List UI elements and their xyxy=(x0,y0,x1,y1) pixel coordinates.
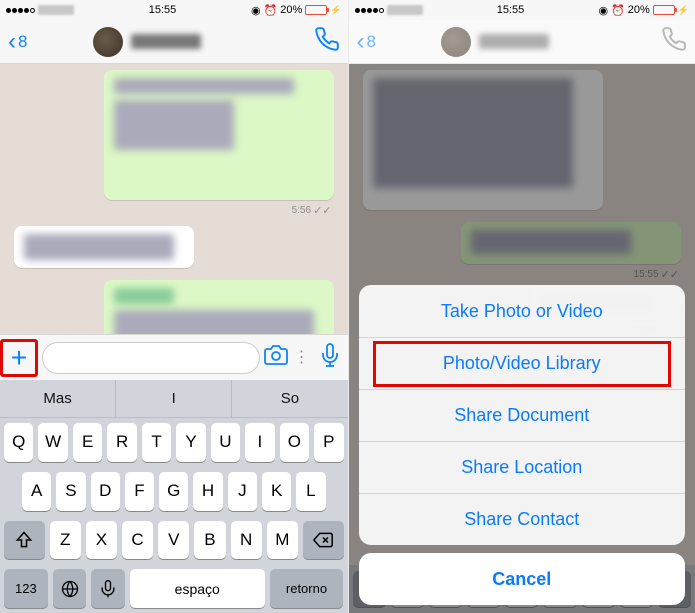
chat-scroll[interactable]: 5:56✓✓ xyxy=(0,64,348,334)
attachment-action-sheet: Take Photo or Video Photo/Video Library … xyxy=(359,285,686,605)
chevron-left-icon: ‹ xyxy=(8,30,16,54)
read-ticks-icon: ✓✓ xyxy=(313,204,331,217)
battery-percent: 20% xyxy=(280,4,302,16)
key-k[interactable]: K xyxy=(262,472,291,511)
contact-name[interactable] xyxy=(131,34,201,49)
sheet-share-location[interactable]: Share Location xyxy=(359,441,686,493)
key-e[interactable]: E xyxy=(73,423,102,462)
status-bar: 15:55 ◉ ⏰ 20% ⚡ xyxy=(349,0,695,20)
message-bubble-outgoing[interactable] xyxy=(104,280,334,334)
sheet-share-contact[interactable]: Share Contact xyxy=(359,493,686,545)
key-row-1: Q W E R T Y U I O P xyxy=(0,418,348,467)
location-icon: ◉ xyxy=(598,4,608,17)
key-p[interactable]: P xyxy=(314,423,343,462)
signal-dots-icon xyxy=(6,8,35,13)
prediction-1[interactable]: Mas xyxy=(0,380,115,417)
attach-button[interactable]: + xyxy=(0,339,38,377)
signal-dots-icon xyxy=(355,8,384,13)
key-w[interactable]: W xyxy=(38,423,67,462)
key-r[interactable]: R xyxy=(107,423,136,462)
key-s[interactable]: S xyxy=(56,472,85,511)
battery-icon xyxy=(305,5,327,15)
call-button xyxy=(661,26,687,57)
key-t[interactable]: T xyxy=(142,423,171,462)
status-time: 15:55 xyxy=(149,4,177,16)
location-icon: ◉ xyxy=(251,4,261,17)
message-bubble-incoming[interactable] xyxy=(14,226,194,268)
predictive-bar: Mas I So xyxy=(0,380,348,418)
chat-header: ‹ 8 xyxy=(349,20,695,64)
key-a[interactable]: A xyxy=(22,472,51,511)
key-row-2: A S D F G H J K L xyxy=(0,467,348,516)
prediction-2[interactable]: I xyxy=(115,380,231,417)
key-i[interactable]: I xyxy=(245,423,274,462)
alarm-icon: ⏰ xyxy=(611,4,625,17)
avatar xyxy=(441,27,471,57)
carrier-label xyxy=(387,5,423,15)
back-count: 8 xyxy=(18,32,27,52)
status-time: 15:55 xyxy=(497,4,525,16)
numeric-key[interactable]: 123 xyxy=(4,569,48,608)
keyboard: Mas I So Q W E R T Y U I O P A S D F G H… xyxy=(0,380,348,613)
contact-name xyxy=(479,34,549,49)
avatar[interactable] xyxy=(93,27,123,57)
key-d[interactable]: D xyxy=(91,472,120,511)
backspace-key[interactable] xyxy=(303,521,344,560)
key-u[interactable]: U xyxy=(211,423,240,462)
key-o[interactable]: O xyxy=(280,423,309,462)
camera-button[interactable] xyxy=(264,343,288,372)
key-x[interactable]: X xyxy=(86,521,117,560)
dictation-key[interactable] xyxy=(91,569,125,608)
carrier-label xyxy=(38,5,74,15)
charging-icon: ⚡ xyxy=(678,5,689,16)
chat-header: ‹ 8 xyxy=(0,20,348,64)
back-button: ‹ 8 xyxy=(357,30,376,54)
key-g[interactable]: G xyxy=(159,472,188,511)
key-n[interactable]: N xyxy=(231,521,262,560)
key-h[interactable]: H xyxy=(193,472,222,511)
sheet-photo-library[interactable]: Photo/Video Library xyxy=(359,337,686,389)
space-key[interactable]: espaço xyxy=(130,569,265,608)
key-row-3: Z X C V B N M xyxy=(0,516,348,565)
key-y[interactable]: Y xyxy=(176,423,205,462)
more-icon: ⋮ xyxy=(294,350,310,366)
alarm-icon: ⏰ xyxy=(264,4,278,17)
back-button[interactable]: ‹ 8 xyxy=(8,30,27,54)
message-bubble-outgoing[interactable] xyxy=(104,70,334,200)
key-z[interactable]: Z xyxy=(50,521,81,560)
call-button[interactable] xyxy=(314,26,340,57)
sheet-cancel[interactable]: Cancel xyxy=(359,553,686,605)
status-bar: 15:55 ◉ ⏰ 20% ⚡ xyxy=(0,0,348,20)
key-l[interactable]: L xyxy=(296,472,325,511)
key-f[interactable]: F xyxy=(125,472,154,511)
message-input-bar: + ⋮ xyxy=(0,334,348,380)
sheet-take-photo[interactable]: Take Photo or Video xyxy=(359,285,686,337)
sheet-share-document[interactable]: Share Document xyxy=(359,389,686,441)
battery-percent: 20% xyxy=(628,4,650,16)
chat-scroll: 15:55✓✓ 15:55✓✓ ⇧ Z X C V B N M ⌫ Take P… xyxy=(349,64,695,613)
globe-key[interactable] xyxy=(53,569,87,608)
return-key[interactable]: retorno xyxy=(270,569,344,608)
key-m[interactable]: M xyxy=(267,521,298,560)
prediction-3[interactable]: So xyxy=(231,380,347,417)
message-timestamp: 5:56✓✓ xyxy=(292,204,332,217)
key-row-4: 123 espaço retorno xyxy=(0,564,348,613)
key-q[interactable]: Q xyxy=(4,423,33,462)
message-input[interactable] xyxy=(42,342,260,374)
key-b[interactable]: B xyxy=(194,521,225,560)
chevron-left-icon: ‹ xyxy=(357,30,365,54)
key-j[interactable]: J xyxy=(228,472,257,511)
key-v[interactable]: V xyxy=(158,521,189,560)
battery-icon xyxy=(653,5,675,15)
charging-icon: ⚡ xyxy=(330,5,341,16)
plus-icon: + xyxy=(11,344,27,372)
key-c[interactable]: C xyxy=(122,521,153,560)
voice-button[interactable] xyxy=(318,343,342,372)
shift-key[interactable] xyxy=(4,521,45,560)
